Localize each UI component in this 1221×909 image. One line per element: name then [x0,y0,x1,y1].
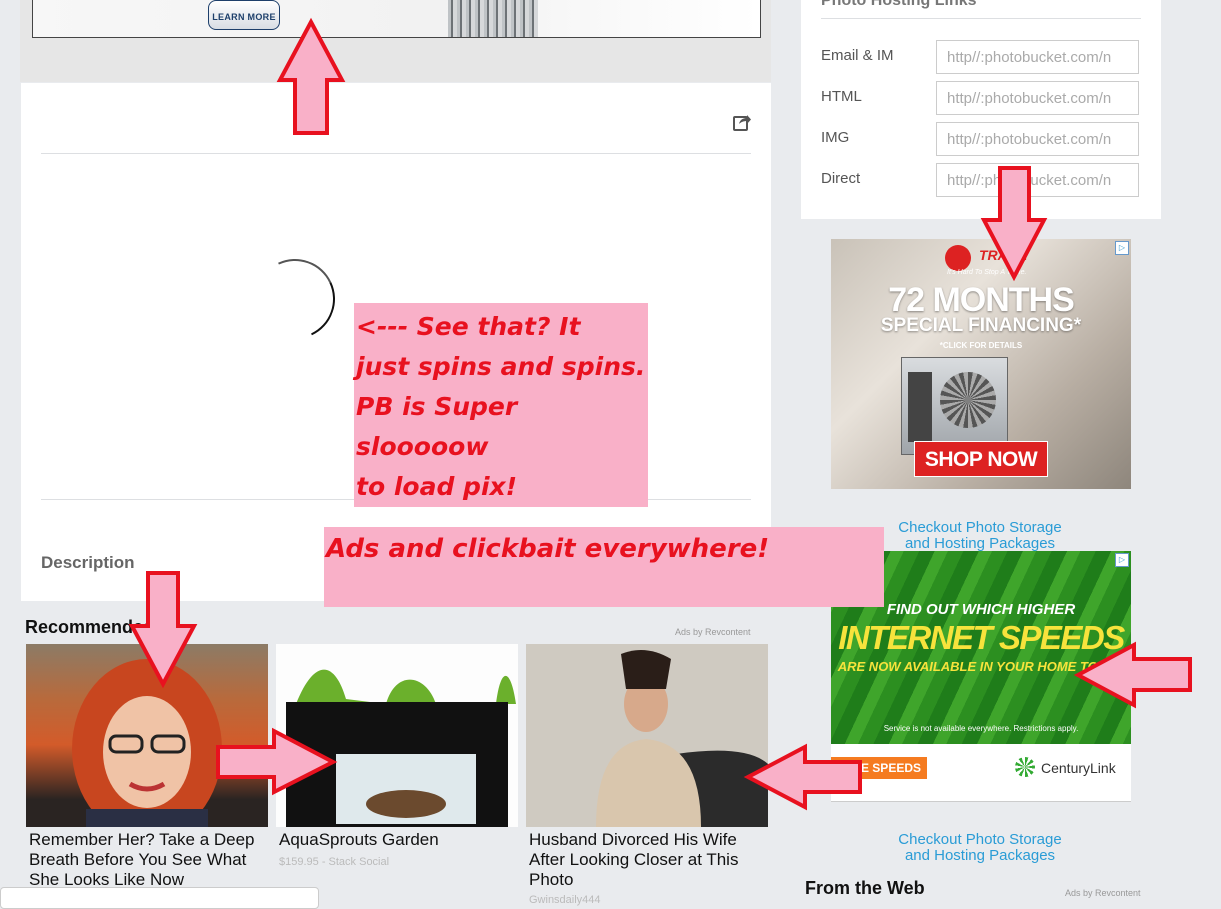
left-arrow-icon [743,743,862,811]
up-arrow-icon [276,17,346,135]
left-arrow-icon [1073,641,1192,709]
down-arrow-icon [128,571,198,689]
annotation-arrows [128,17,1192,811]
down-arrow-icon [980,166,1048,282]
right-arrow-icon [216,727,338,796]
